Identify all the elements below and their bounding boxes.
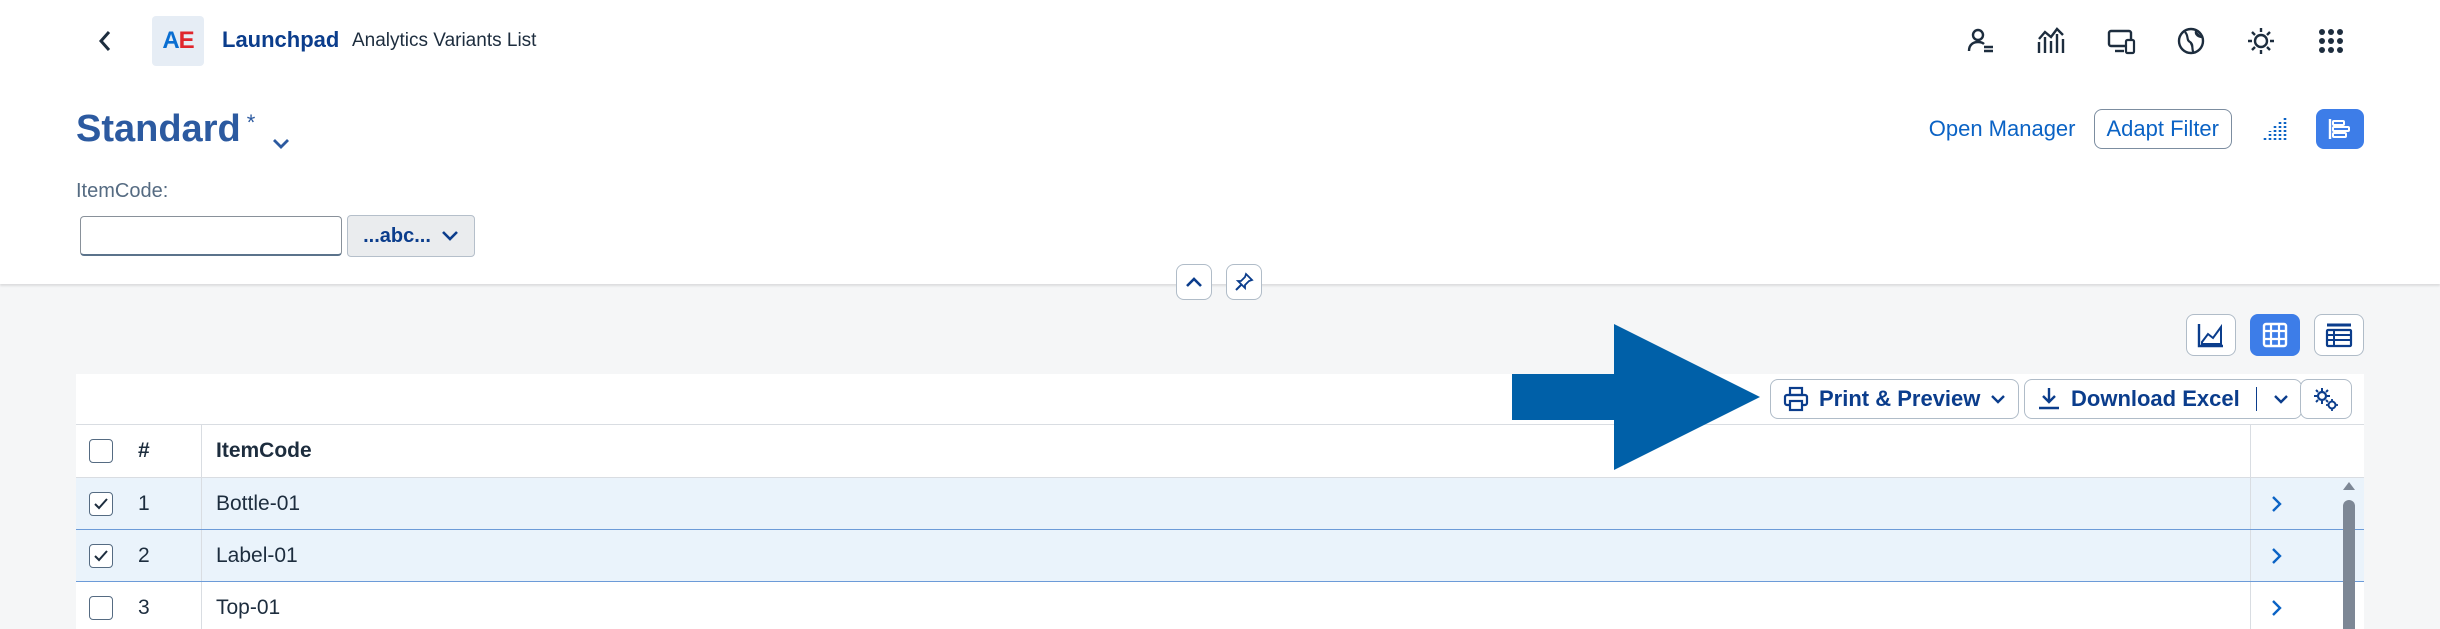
table-row[interactable]: 2 Label-01 xyxy=(76,530,2364,582)
header-actions: Open Manager Adapt Filter xyxy=(1929,109,2364,149)
filter-header: Standard * ItemCode: ...abc... Open Mana… xyxy=(0,82,2440,284)
checkmark-icon xyxy=(94,549,108,561)
chevron-right-icon xyxy=(2271,547,2282,564)
row-select-cell xyxy=(76,530,126,581)
annotation-arrow xyxy=(1512,324,1760,470)
table-list-icon xyxy=(2325,323,2353,348)
filter-label-itemcode: ItemCode: xyxy=(76,180,169,202)
table-grid-icon xyxy=(2262,322,2288,348)
row-itemcode: Label-01 xyxy=(216,543,298,567)
row-checkbox[interactable] xyxy=(89,543,113,568)
row-navigate-cell[interactable] xyxy=(2250,582,2302,629)
row-itemcode: Top-01 xyxy=(216,595,281,619)
filter-operator-label: ...abc... xyxy=(363,224,431,247)
print-preview-button[interactable]: Print & Preview xyxy=(1770,379,2020,419)
collapse-header-button[interactable] xyxy=(1176,264,1212,300)
devices-icon[interactable] xyxy=(2100,20,2142,62)
table-view-button[interactable] xyxy=(2250,314,2300,356)
compact-filter-button[interactable] xyxy=(2316,109,2364,149)
globe-icon[interactable] xyxy=(2170,20,2212,62)
row-itemcode: Bottle-01 xyxy=(216,491,301,515)
split-divider xyxy=(2255,387,2257,411)
results-table: Print & Preview Download Excel # ItemCod… xyxy=(76,374,2364,629)
open-manager-link[interactable]: Open Manager xyxy=(1929,116,2076,142)
scrollbar-thumb[interactable] xyxy=(2343,500,2355,629)
list-view-button[interactable] xyxy=(2314,314,2364,356)
app-title[interactable]: Launchpad xyxy=(222,27,339,53)
back-button[interactable] xyxy=(88,24,122,58)
table-row[interactable]: 3 Top-01 xyxy=(76,582,2364,629)
logo-letter-a: A xyxy=(162,27,179,54)
vertical-scrollbar[interactable] xyxy=(2334,478,2364,629)
filter-bar-icon xyxy=(2328,119,2350,139)
shell-actions xyxy=(1960,20,2352,62)
row-number: 1 xyxy=(126,478,202,529)
row-select-cell xyxy=(76,478,126,529)
chevron-down-icon xyxy=(1991,395,2006,404)
adapt-filter-button[interactable]: Adapt Filter xyxy=(2093,109,2232,149)
row-checkbox[interactable] xyxy=(89,491,113,516)
visual-filter-button[interactable] xyxy=(2250,109,2298,149)
view-switcher xyxy=(2186,314,2364,356)
chevron-down-icon[interactable] xyxy=(2273,394,2289,404)
settings-gears-icon xyxy=(2314,388,2338,411)
table-row[interactable]: 1 Bottle-01 xyxy=(76,478,2364,530)
table-header-row: # ItemCode xyxy=(76,424,2364,478)
row-navigate-cell[interactable] xyxy=(2250,530,2302,581)
table-settings-button[interactable] xyxy=(2300,379,2352,419)
download-excel-label: Download Excel xyxy=(2071,386,2240,411)
chevron-right-icon xyxy=(2271,495,2282,512)
checkmark-icon xyxy=(94,497,108,509)
column-header-number[interactable]: # xyxy=(126,425,202,477)
filler-column xyxy=(2302,425,2364,477)
theme-icon[interactable] xyxy=(2240,20,2282,62)
bar-chart-icon xyxy=(2263,118,2287,140)
header-collapse-controls xyxy=(1176,264,1262,300)
variant-selector[interactable]: Standard * xyxy=(76,108,291,161)
analytics-icon[interactable] xyxy=(2030,20,2072,62)
chevron-right-icon xyxy=(2271,599,2282,616)
table-toolbar: Print & Preview Download Excel xyxy=(76,374,2364,424)
pin-header-button[interactable] xyxy=(1226,264,1262,300)
scroll-up-arrow-icon[interactable] xyxy=(2341,480,2357,492)
row-navigate-cell[interactable] xyxy=(2250,478,2302,529)
row-number: 2 xyxy=(126,530,202,581)
select-all-checkbox[interactable] xyxy=(89,439,113,463)
filter-operator-select[interactable]: ...abc... xyxy=(347,215,475,257)
select-all-cell xyxy=(76,425,126,477)
chevron-left-icon xyxy=(98,31,111,51)
area-chart-icon xyxy=(2197,323,2223,348)
variant-modified-marker: * xyxy=(246,110,256,135)
row-checkbox[interactable] xyxy=(89,595,113,620)
variant-name: Standard xyxy=(76,108,241,150)
print-preview-label: Print & Preview xyxy=(1819,386,1981,411)
shell-bar: AE Launchpad Analytics Variants List xyxy=(0,0,2440,82)
nav-column-header xyxy=(2250,425,2302,477)
chart-view-button[interactable] xyxy=(2186,314,2236,356)
chevron-down-icon[interactable] xyxy=(271,118,291,161)
user-settings-icon[interactable] xyxy=(1960,20,2002,62)
page-subtitle: Analytics Variants List xyxy=(352,30,537,51)
column-header-itemcode[interactable]: ItemCode xyxy=(202,425,2250,477)
logo-letter-e: E xyxy=(178,27,195,54)
download-excel-button[interactable]: Download Excel xyxy=(2024,379,2302,419)
itemcode-input[interactable] xyxy=(80,216,342,256)
row-number: 3 xyxy=(126,582,202,629)
download-icon xyxy=(2039,388,2059,410)
chevron-up-icon xyxy=(1186,277,1202,287)
pin-icon xyxy=(1235,272,1254,291)
table-grid: # ItemCode 1 Bottle-01 2 Label-01 3 Top-… xyxy=(76,424,2364,629)
company-logo[interactable]: AE xyxy=(152,16,204,66)
print-icon xyxy=(1783,386,1809,412)
row-select-cell xyxy=(76,582,126,629)
chevron-down-icon xyxy=(441,231,458,241)
app-grid-icon[interactable] xyxy=(2310,20,2352,62)
